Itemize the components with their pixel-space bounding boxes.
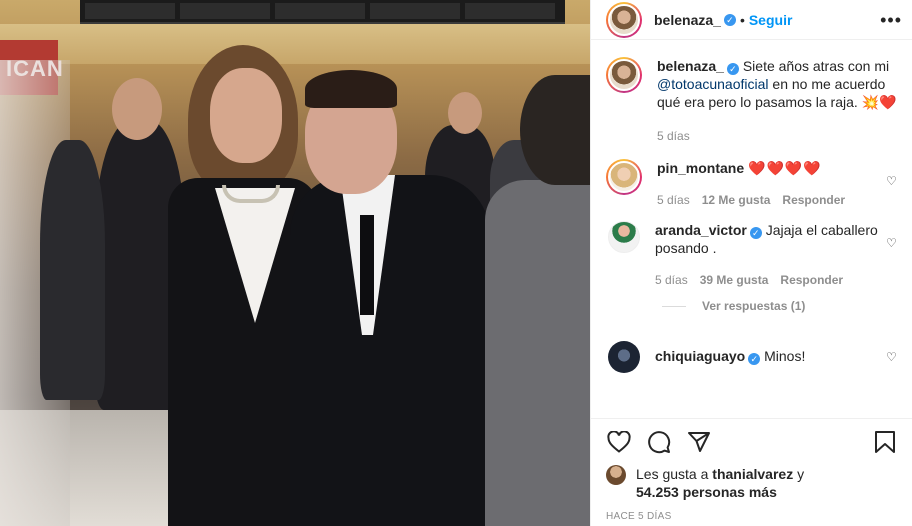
- post-timestamp[interactable]: HACE 5 DÍAS: [606, 511, 898, 522]
- commenter-avatar[interactable]: [606, 159, 642, 195]
- background-person: [40, 140, 105, 400]
- share-icon[interactable]: [686, 429, 712, 455]
- ceiling: [0, 24, 590, 64]
- man-hair: [305, 70, 397, 108]
- caption-username[interactable]: belenaza_: [657, 58, 724, 74]
- likes-prefix: Les gusta a: [636, 466, 709, 482]
- verified-badge-icon: ✓: [723, 13, 736, 26]
- man-suit: [290, 175, 490, 526]
- likes-count[interactable]: 54.253 personas más: [636, 484, 777, 500]
- woman-dress-neckline: [215, 188, 295, 323]
- background-person-head: [448, 92, 482, 134]
- comment-username[interactable]: pin_montane: [657, 160, 744, 176]
- like-comment-heart-icon[interactable]: ♡: [886, 351, 898, 363]
- foreground-person-head: [520, 75, 590, 185]
- author-avatar[interactable]: [606, 1, 642, 38]
- comments-list[interactable]: belenaza_ ✓ Siete años atras con mi @toto…: [591, 57, 912, 415]
- save-icon[interactable]: [872, 429, 898, 455]
- liker-username[interactable]: thanialvarez: [712, 466, 793, 482]
- like-comment-heart-icon[interactable]: ♡: [886, 237, 898, 249]
- liker-avatar[interactable]: [606, 465, 626, 485]
- heart-icon[interactable]: [606, 429, 632, 455]
- commenter-avatar[interactable]: [608, 341, 640, 373]
- caption-mention[interactable]: @totoacunaoficial: [657, 76, 769, 92]
- caption: belenaza_ ✓ Siete años atras con mi @toto…: [606, 57, 898, 145]
- separator-dot: •: [739, 11, 745, 28]
- like-comment-heart-icon[interactable]: ♡: [886, 175, 898, 187]
- replies-divider-line: [662, 305, 686, 307]
- comment-text: Minos!: [764, 348, 806, 364]
- comment-item: chiquiaguayo ✓ Minos! ♡: [606, 341, 898, 373]
- comment-icon[interactable]: [646, 429, 672, 455]
- comment-item: aranda_victor ✓ Jajaja el caballero posan…: [606, 221, 898, 289]
- necklace: [222, 185, 280, 203]
- verified-badge-icon: ✓: [726, 63, 739, 75]
- caption-text: Siete años atras con mi: [742, 58, 890, 74]
- post-actions: Les gusta a thanialvarez y 54.253 person…: [591, 418, 912, 522]
- ceiling-screen: [80, 0, 565, 24]
- foreground-person: [485, 180, 590, 526]
- background-person-head: [112, 78, 162, 140]
- author-username[interactable]: belenaza_: [654, 12, 721, 28]
- post-photo[interactable]: ICAN: [0, 0, 590, 526]
- woman-face: [210, 68, 282, 163]
- commenter-avatar[interactable]: [608, 221, 640, 253]
- comment-text: ❤️❤️❤️❤️: [748, 160, 822, 176]
- comment-likes[interactable]: 12 Me gusta: [702, 191, 771, 209]
- comment-time[interactable]: 5 días: [655, 271, 688, 289]
- verified-badge-icon: ✓: [748, 353, 761, 365]
- post-header: belenaza_ ✓ • Seguir •••: [591, 0, 912, 40]
- view-replies-button[interactable]: Ver respuestas (1): [662, 299, 898, 313]
- likes-and: y: [797, 466, 805, 482]
- comment-item: pin_montane ❤️❤️❤️❤️ 5 días 12 Me gusta …: [606, 159, 898, 209]
- verified-badge-icon: ✓: [749, 227, 762, 239]
- man-tie: [360, 215, 374, 315]
- caption-emoji: 💥❤️: [861, 94, 897, 110]
- comment-time[interactable]: 5 días: [657, 191, 690, 209]
- comment-likes[interactable]: 39 Me gusta: [700, 271, 769, 289]
- likes-summary: Les gusta a thanialvarez y 54.253 person…: [606, 465, 898, 501]
- caption-time[interactable]: 5 días: [657, 127, 690, 145]
- comment-username[interactable]: aranda_victor: [655, 222, 747, 238]
- comment-username[interactable]: chiquiaguayo: [655, 348, 745, 364]
- follow-button[interactable]: Seguir: [749, 12, 793, 28]
- reply-button[interactable]: Responder: [782, 191, 845, 209]
- view-replies-label: Ver respuestas (1): [702, 299, 806, 313]
- more-options-icon[interactable]: •••: [880, 11, 902, 29]
- author-avatar[interactable]: [606, 57, 642, 93]
- post-side-panel: belenaza_ ✓ • Seguir ••• belenaza_ ✓ Siet…: [590, 0, 912, 526]
- instagram-post-modal: ICAN belenaza_ ✓ • Segu: [0, 0, 912, 526]
- reply-button[interactable]: Responder: [780, 271, 843, 289]
